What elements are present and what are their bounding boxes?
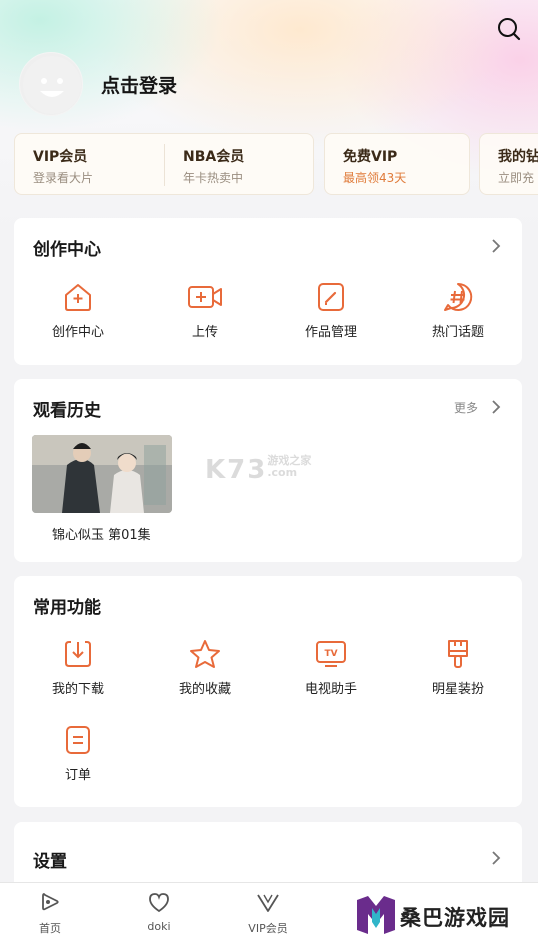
item-label: 我的收藏 — [178, 682, 231, 697]
item-label: 电视助手 — [304, 682, 357, 697]
history-thumbnail[interactable] — [32, 435, 172, 513]
section-title: 创作中心 — [33, 240, 101, 260]
item-label: 热门话题 — [431, 325, 484, 340]
doki-icon — [149, 893, 169, 913]
home-play-icon — [42, 893, 59, 911]
function-item-order[interactable]: 订单 — [28, 724, 128, 783]
search-icon[interactable] — [496, 16, 522, 42]
item-label: 明星装扮 — [431, 682, 484, 697]
watermark-domain: .com — [267, 466, 298, 479]
default-avatar-icon — [23, 56, 81, 114]
function-item-decor[interactable]: 明星装扮 — [408, 638, 508, 697]
login-button[interactable]: 点击登录 — [101, 71, 177, 98]
vip-card-combined: VIP会员 登录看大片 NBA会员 年卡热卖中 — [14, 133, 314, 195]
more-link[interactable]: 更多 — [454, 399, 478, 416]
chevron-right-icon[interactable] — [491, 239, 501, 253]
vip-card-free[interactable]: 免费VIP 最高领43天 — [324, 133, 470, 195]
item-label: 作品管理 — [304, 325, 357, 340]
vip-card-subtitle: 登录看大片 — [33, 171, 94, 185]
star-icon — [190, 640, 220, 668]
vip-card-title: VIP会员 — [33, 149, 88, 165]
vip-card-vip[interactable]: VIP会员 登录看大片 — [15, 134, 165, 195]
svg-text:TV: TV — [324, 649, 337, 659]
brush-icon — [448, 640, 468, 668]
vip-card-nba[interactable]: NBA会员 年卡热卖中 — [165, 134, 315, 195]
section-title: 观看历史 — [33, 401, 101, 421]
vip-card-title: 免费VIP — [343, 149, 398, 165]
house-plus-icon — [65, 284, 91, 311]
history-item-title[interactable]: 锦心似玉 第01集 — [52, 524, 151, 543]
common-functions-card: 常用功能 我的下载 我的收藏 TV 电视助手 明星装扮 订单 — [14, 576, 522, 807]
nav-item-doki[interactable]: doki — [119, 891, 199, 933]
item-label: 上传 — [191, 325, 218, 340]
nav-label: VIP会员 — [248, 922, 288, 935]
function-item-favorites[interactable]: 我的收藏 — [155, 638, 255, 697]
creation-item-upload[interactable]: 上传 — [155, 281, 255, 340]
nav-item-home[interactable]: 首页 — [10, 891, 90, 936]
vip-card-title: NBA会员 — [183, 149, 245, 165]
download-icon — [65, 641, 91, 667]
function-item-download[interactable]: 我的下载 — [28, 638, 128, 697]
vip-v-icon — [257, 894, 279, 912]
brand-logo-icon — [357, 896, 395, 934]
nav-label: 首页 — [39, 922, 61, 935]
watermark: K73游戏之家 .com — [205, 455, 311, 486]
chevron-right-icon[interactable] — [491, 851, 501, 865]
vip-card-subtitle: 年卡热卖中 — [183, 171, 244, 185]
vip-card-subtitle: 最高领43天 — [343, 171, 407, 185]
brand-text: 桑巴游戏园 — [400, 906, 510, 930]
function-item-tv[interactable]: TV 电视助手 — [281, 638, 381, 697]
section-title: 常用功能 — [33, 598, 101, 618]
section-title: 设置 — [33, 852, 67, 872]
vip-cards-row: VIP会员 登录看大片 NBA会员 年卡热卖中 免费VIP 最高领43天 我的钻… — [14, 133, 538, 195]
vip-card-title: 我的钻 — [498, 149, 538, 165]
item-label: 我的下载 — [51, 682, 104, 697]
nav-item-vip[interactable]: VIP会员 — [228, 891, 308, 936]
video-thumbnail-image — [32, 435, 172, 513]
nav-label: doki — [147, 920, 171, 933]
vip-card-diamond[interactable]: 我的钻 立即充 — [479, 133, 538, 195]
order-icon — [66, 726, 90, 754]
edit-icon — [318, 283, 344, 311]
creation-item-center[interactable]: 创作中心 — [28, 281, 128, 340]
brand-watermark: 桑巴游戏园 — [338, 884, 538, 942]
creation-item-manage[interactable]: 作品管理 — [281, 281, 381, 340]
creation-item-topics[interactable]: 热门话题 — [408, 281, 508, 340]
vip-card-subtitle: 立即充 — [498, 171, 535, 185]
creation-center-card: 创作中心 创作中心 上传 作品管理 热门话题 — [14, 218, 522, 365]
video-upload-icon — [188, 286, 222, 308]
chevron-right-icon[interactable] — [491, 400, 501, 414]
tv-icon: TV — [316, 641, 346, 667]
watermark-main: K73 — [205, 455, 268, 485]
item-label: 创作中心 — [51, 325, 104, 340]
hashtag-icon — [444, 282, 473, 311]
avatar[interactable] — [19, 52, 83, 116]
item-label: 订单 — [64, 768, 91, 783]
